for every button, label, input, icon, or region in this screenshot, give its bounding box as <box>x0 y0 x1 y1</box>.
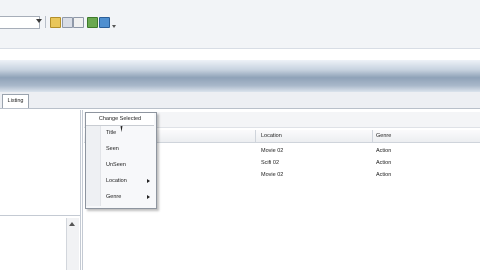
menu-item-location[interactable]: Location <box>106 175 127 187</box>
dropdown-arrow-icon[interactable] <box>36 19 42 23</box>
window-title-band <box>0 60 480 92</box>
cell-genre[interactable]: Action <box>376 158 391 169</box>
submenu-arrow-icon <box>147 179 150 183</box>
column-header-genre[interactable]: Genre <box>376 130 391 142</box>
cell-genre[interactable]: Action <box>376 170 391 181</box>
menu-item-unseen[interactable]: UnSeen <box>106 159 126 171</box>
toolbar-combo-box[interactable] <box>0 16 40 29</box>
cell-location[interactable]: Movie 02 <box>261 170 283 181</box>
chart-icon[interactable] <box>99 17 110 28</box>
column-separator[interactable] <box>372 130 373 142</box>
pane-divider[interactable] <box>0 215 80 216</box>
context-menu-header: Change Selected <box>86 113 154 126</box>
column-separator[interactable] <box>255 130 256 142</box>
cell-location[interactable]: Scifi 02 <box>261 158 279 169</box>
folder-icon[interactable] <box>50 17 61 28</box>
submenu-arrow-icon <box>147 195 150 199</box>
toolbar-separator <box>45 16 46 28</box>
tab-strip <box>0 92 480 109</box>
menu-item-title[interactable]: Title <box>106 127 116 139</box>
menu-icon-gutter <box>86 126 101 206</box>
grid-icon[interactable] <box>87 17 98 28</box>
overflow-arrow-icon[interactable] <box>112 25 116 28</box>
check-icon[interactable] <box>73 17 84 28</box>
tab-listing[interactable]: Listing <box>2 94 29 108</box>
scroll-up-arrow-icon[interactable] <box>69 222 75 226</box>
column-header-location[interactable]: Location <box>261 130 282 142</box>
cell-genre[interactable]: Action <box>376 146 391 157</box>
wand-icon[interactable] <box>62 17 73 28</box>
cell-location[interactable]: Movie 02 <box>261 146 283 157</box>
menu-item-genre[interactable]: Genre <box>106 191 121 203</box>
menu-item-seen[interactable]: Seen <box>106 143 119 155</box>
